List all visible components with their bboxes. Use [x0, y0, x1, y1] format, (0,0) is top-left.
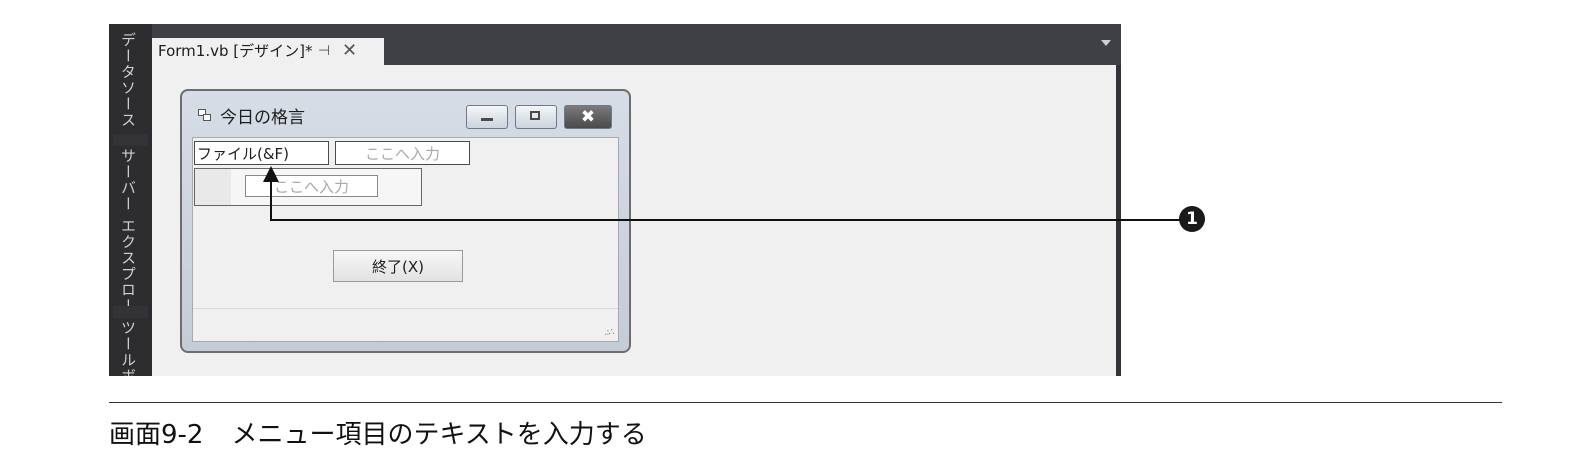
caption-number: 画面9-2	[109, 420, 204, 450]
divider	[109, 402, 1502, 403]
arrowhead-icon	[263, 166, 279, 182]
figure-caption: 画面9-2 メニュー項目のテキストを入力する	[109, 414, 647, 451]
callout-badge: 1	[1179, 206, 1205, 232]
caption-text: メニュー項目のテキストを入力する	[231, 420, 647, 450]
callout-leader-line	[263, 166, 1180, 221]
